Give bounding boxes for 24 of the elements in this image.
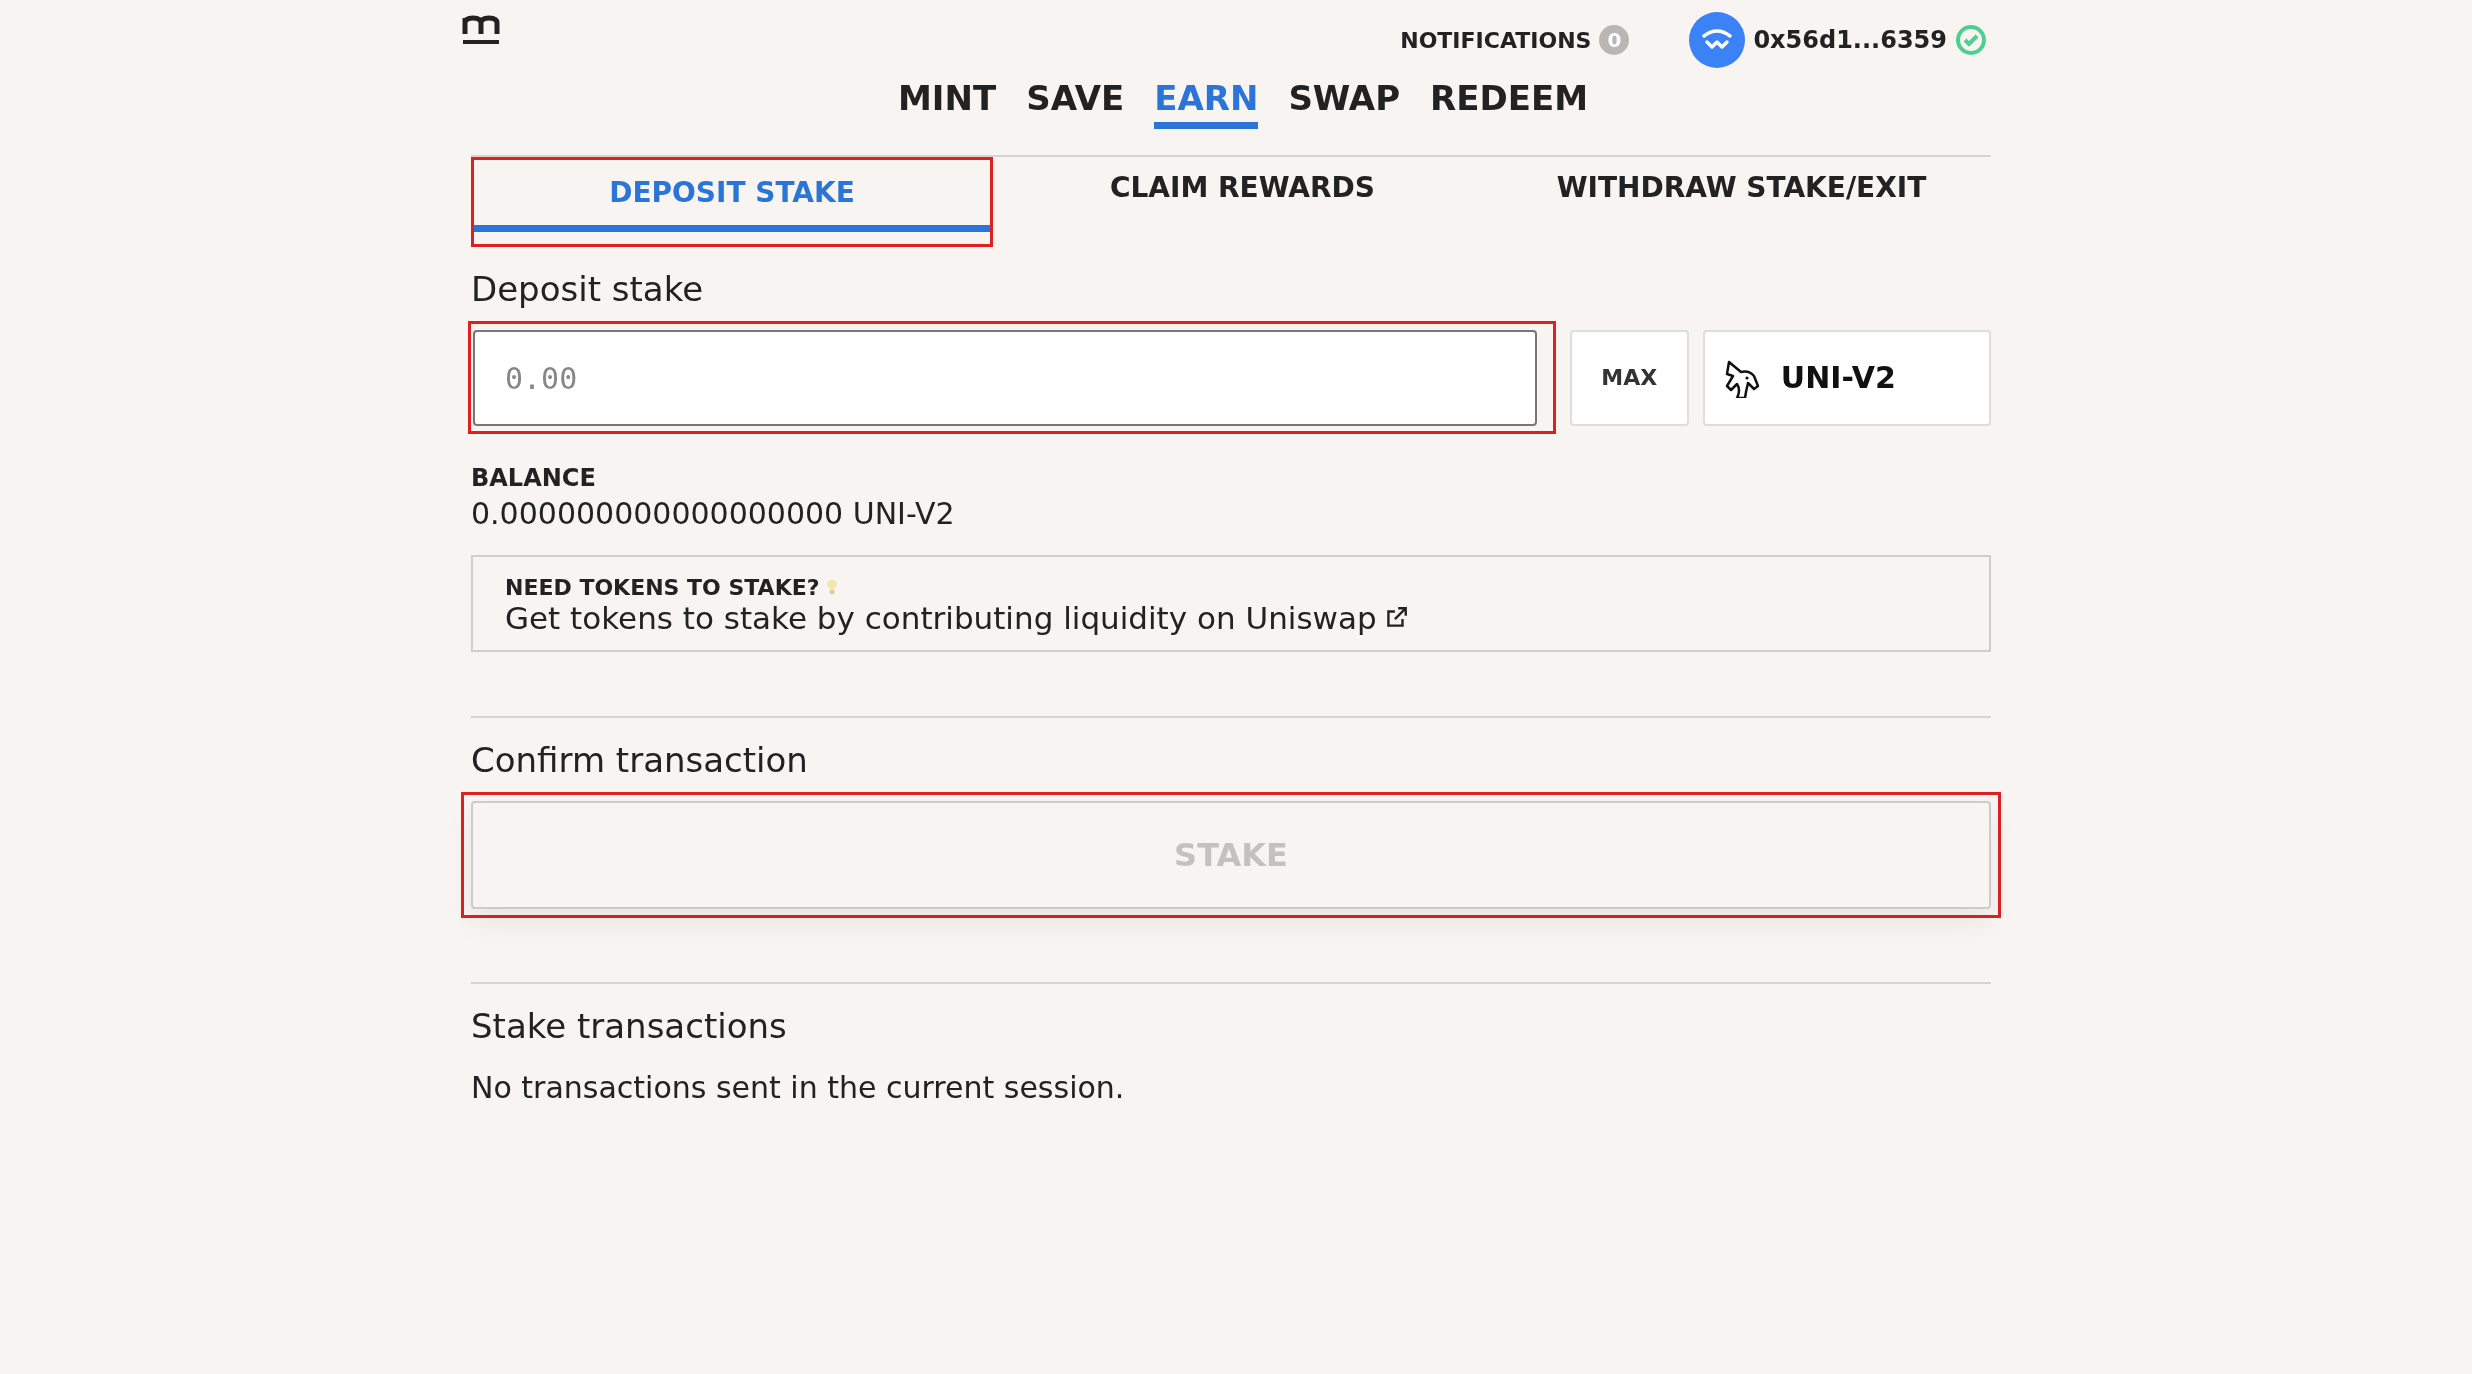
section-heading: Stake transactions <box>471 1006 788 1046</box>
nav-tab[interactable]: SWAP <box>1288 78 1401 129</box>
token-selector[interactable]: UNI-V2 <box>1702 329 1991 426</box>
nav-tab[interactable]: REDEEM <box>1430 78 1588 129</box>
nav-tab[interactable]: SAVE <box>1026 78 1125 129</box>
tab[interactable]: DEPOSIT STAKE <box>474 162 990 232</box>
section-heading: Deposit stake <box>471 269 705 309</box>
empty-message: No transactions sent in the current session. <box>471 1070 1126 1105</box>
balance-label: BALANCE <box>471 464 597 492</box>
nav-tab[interactable]: MINT <box>898 78 997 129</box>
section-heading: Confirm transaction <box>471 740 809 780</box>
max-button[interactable]: MAX <box>1569 329 1689 426</box>
amount-field[interactable]: 0.00 <box>473 330 1537 426</box>
account-button[interactable]: 0x56d1...6359 <box>1689 12 1987 68</box>
tab[interactable]: WITHDRAW STAKE/EXIT <box>1492 157 1991 247</box>
info-title: NEED TOKENS TO STAKE? <box>505 575 820 600</box>
notifications-button[interactable]: NOTIFICATIONS 0 <box>1400 25 1630 55</box>
tab[interactable]: CLAIM REWARDS <box>993 157 1492 247</box>
nav-tab[interactable]: EARN <box>1154 78 1259 129</box>
wallet-icon <box>1689 12 1746 68</box>
balance-value: 0.000000000000000000 UNI-V2 <box>471 496 956 531</box>
account-address: 0x56d1...6359 <box>1753 26 1947 54</box>
notification-count: 0 <box>1599 25 1630 55</box>
uniswap-link[interactable]: Get tokens to stake by contributing liquidity on Uniswap <box>505 600 1377 636</box>
